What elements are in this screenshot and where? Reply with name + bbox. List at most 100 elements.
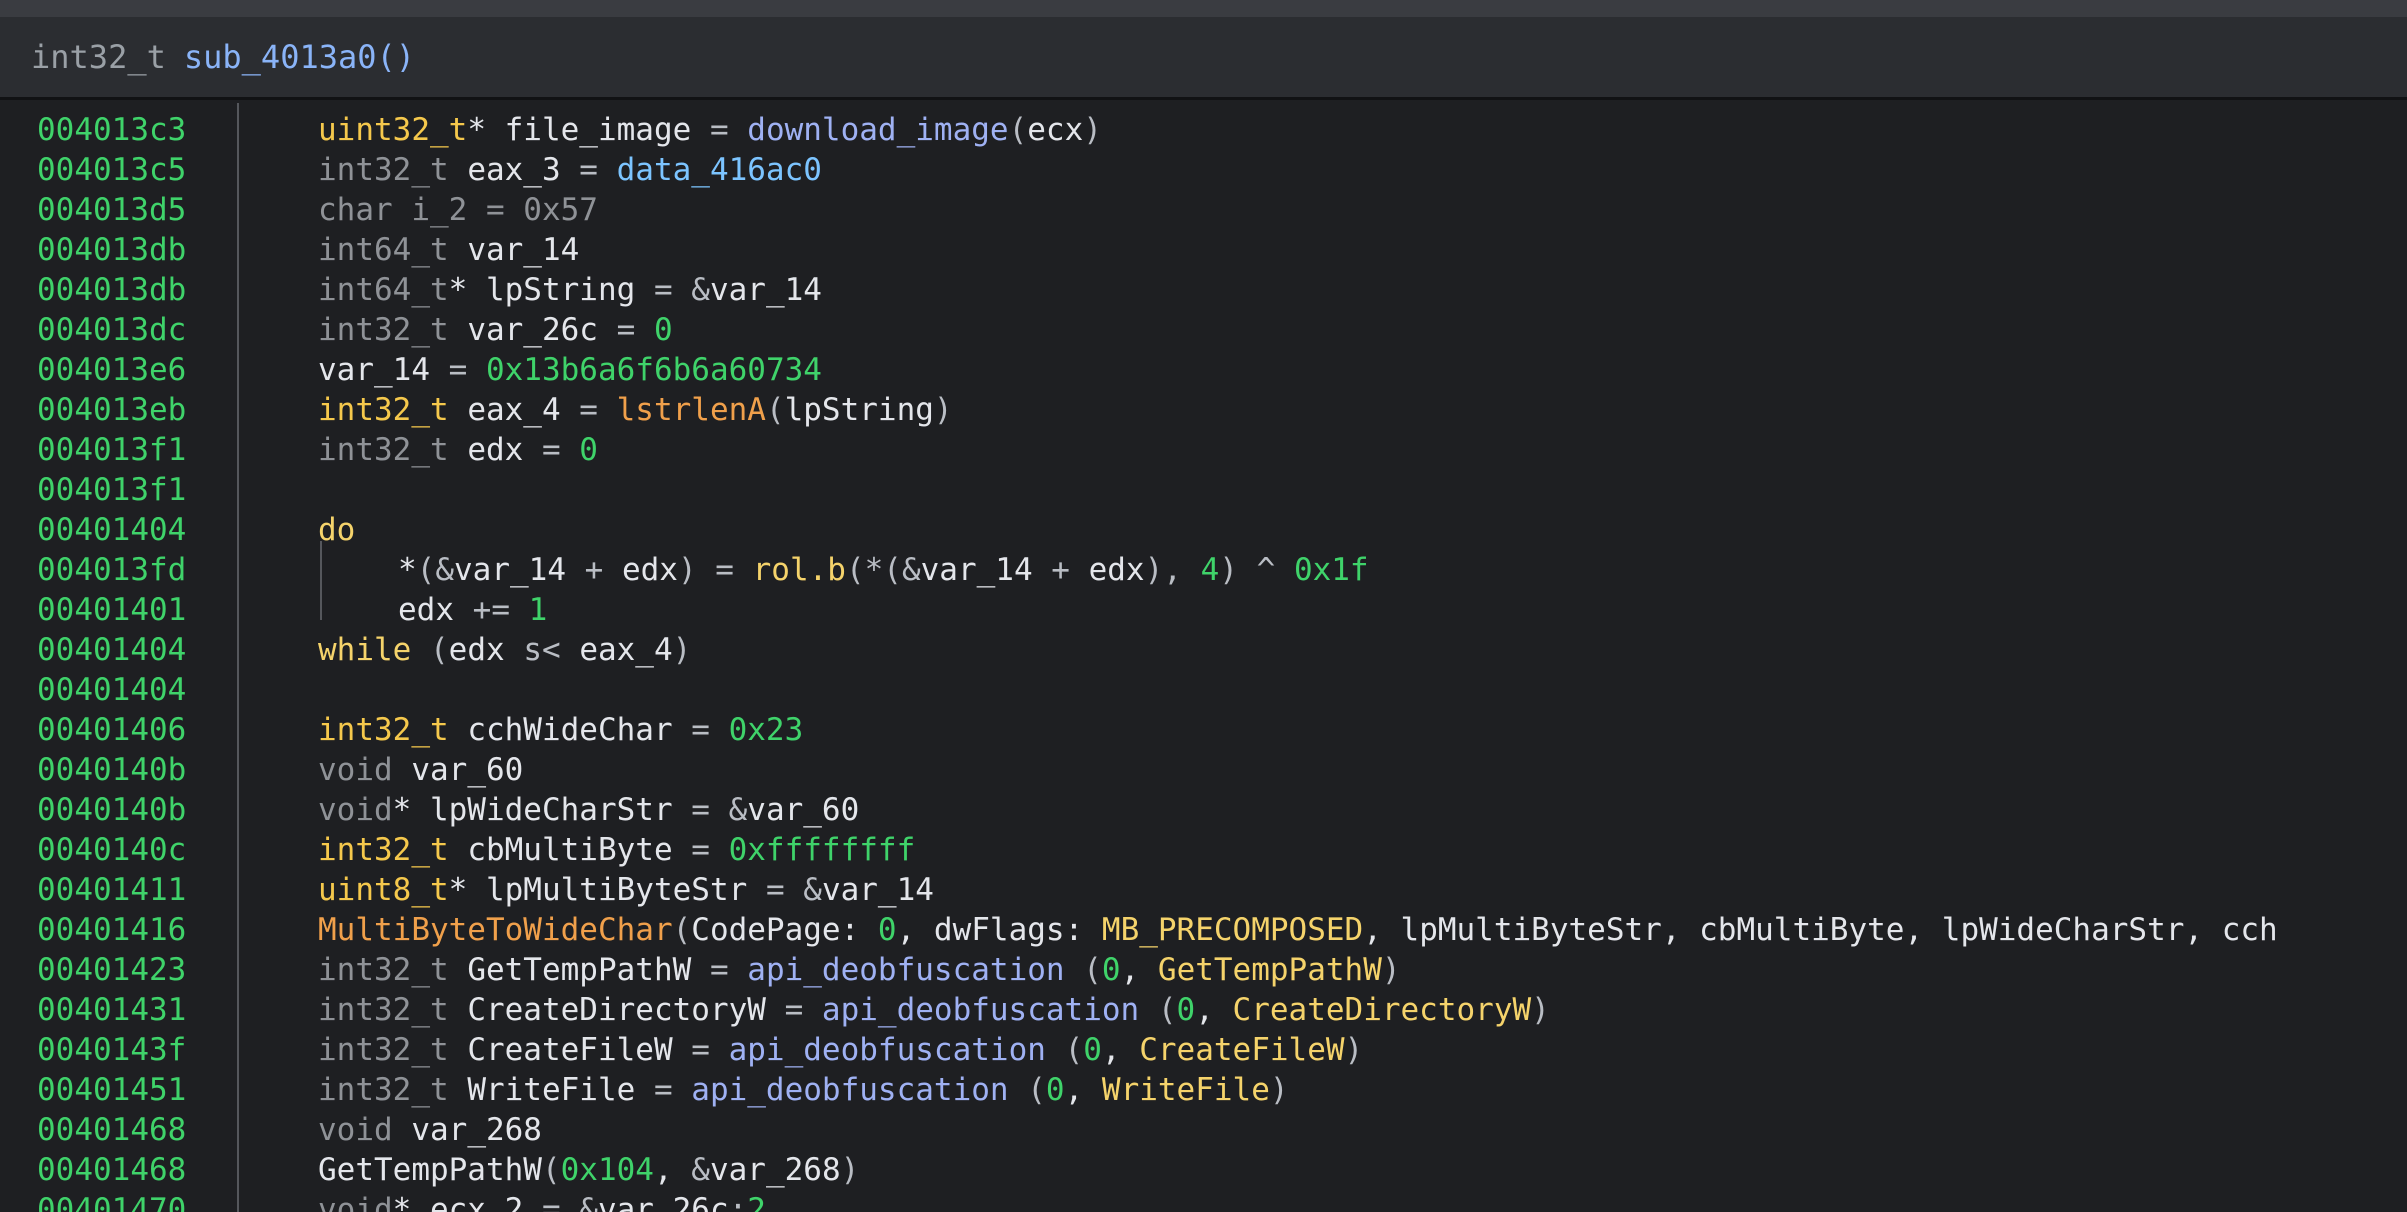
line-address[interactable]: 004013f1 [37, 430, 186, 470]
code-token[interactable]: = & [654, 272, 710, 308]
code-token[interactable]: api_deobfuscation [747, 952, 1083, 988]
line-address[interactable]: 0040140c [37, 830, 186, 870]
code-token[interactable]: int32_t [318, 392, 467, 428]
code-token[interactable]: download_image [747, 112, 1008, 148]
code-token[interactable]: * lpWideCharStr [393, 792, 692, 828]
code-token[interactable]: 2 [747, 1192, 766, 1212]
code-token[interactable]: GetTempPathW [467, 952, 710, 988]
code-line[interactable]: 004013c5 int32_t eax_3 = data_416ac0 [0, 150, 2407, 190]
code-token[interactable]: 0 [878, 912, 897, 948]
code-token[interactable]: lstrlenA [617, 392, 766, 428]
code-line[interactable]: 00401404 [0, 670, 2407, 710]
line-address[interactable]: 004013e6 [37, 350, 186, 390]
code-token[interactable]: , [1065, 1072, 1102, 1108]
code-token[interactable]: = & [766, 872, 822, 908]
line-code[interactable]: uint32_t* file_image = download_image(ec… [318, 110, 1102, 150]
code-token[interactable]: ( [1027, 1072, 1046, 1108]
code-token[interactable]: edx [449, 632, 524, 668]
code-token[interactable]: var_268 [411, 1112, 542, 1148]
code-token[interactable]: 4 [1201, 552, 1220, 588]
code-token[interactable]: var_14 [454, 552, 585, 588]
code-token[interactable]: CreateFileW [467, 1032, 691, 1068]
line-address[interactable]: 004013fd [37, 550, 186, 590]
code-line[interactable]: 004013eb int32_t eax_4 = lstrlenA(lpStrin… [0, 390, 2407, 430]
line-address[interactable]: 00401411 [37, 870, 186, 910]
code-token[interactable]: edx [398, 592, 473, 628]
code-token[interactable]: * [398, 552, 417, 588]
code-token[interactable]: 0x104 [561, 1152, 654, 1188]
code-token[interactable]: edx [1089, 552, 1145, 588]
line-code[interactable]: int32_t edx = 0 [318, 430, 598, 470]
code-token[interactable]: GetTempPathW [1158, 952, 1382, 988]
line-code[interactable]: int32_t var_26c = 0 [318, 310, 673, 350]
code-token[interactable]: int32_t [318, 152, 467, 188]
code-token[interactable]: = [579, 152, 616, 188]
code-token[interactable]: api_deobfuscation [729, 1032, 1065, 1068]
code-token[interactable]: ( [1158, 992, 1177, 1028]
line-address[interactable]: 00401468 [37, 1150, 186, 1190]
code-token[interactable]: * lpString [449, 272, 654, 308]
line-code[interactable]: int32_t cbMultiByte = 0xffffffff [318, 830, 915, 870]
code-line[interactable]: 004013f1 int32_t edx = 0 [0, 430, 2407, 470]
code-token[interactable]: int32_t [318, 432, 467, 468]
code-token[interactable]: uint32_t [318, 112, 467, 148]
code-token[interactable]: ) [673, 632, 692, 668]
code-token[interactable]: GetTempPathW [318, 1152, 542, 1188]
line-address[interactable]: 0040143f [37, 1030, 186, 1070]
code-line[interactable]: 00401470 void* ecx_2 = &var_26c:2 [0, 1190, 2407, 1212]
code-token[interactable]: * ecx_2 [393, 1192, 542, 1212]
line-address[interactable]: 004013d5 [37, 190, 186, 230]
code-token[interactable]: CreateDirectoryW [467, 992, 784, 1028]
line-code[interactable]: int32_t CreateFileW = api_deobfuscation … [318, 1030, 1363, 1070]
line-code[interactable]: int64_t* lpString = &var_14 [318, 270, 822, 310]
code-line[interactable]: 0040140b void var_60 [0, 750, 2407, 790]
line-address[interactable]: 004013c3 [37, 110, 186, 150]
code-token[interactable]: = [579, 392, 616, 428]
line-code[interactable]: MultiByteToWideChar(CodePage: 0, dwFlags… [318, 910, 2278, 950]
code-token[interactable]: s< [523, 632, 579, 668]
code-token[interactable]: int32_t [318, 312, 467, 348]
code-token[interactable]: CreateDirectoryW [1233, 992, 1532, 1028]
code-token[interactable]: void [318, 752, 411, 788]
code-token[interactable]: cchWideChar [467, 712, 691, 748]
code-line[interactable]: 004013c3 uint32_t* file_image = download_… [0, 110, 2407, 150]
line-address[interactable]: 004013c5 [37, 150, 186, 190]
line-address[interactable]: 00401406 [37, 710, 186, 750]
code-token[interactable]: var_60 [747, 792, 859, 828]
line-address[interactable]: 0040140b [37, 790, 186, 830]
code-token[interactable]: 0 [579, 432, 598, 468]
code-line[interactable]: 0040140b void* lpWideCharStr = &var_60 [0, 790, 2407, 830]
code-token[interactable]: int32_t [318, 832, 467, 868]
code-token[interactable]: int32_t [318, 992, 467, 1028]
code-token[interactable]: 0x13b6a6f6b6a60734 [486, 352, 822, 388]
code-token[interactable]: += [473, 592, 529, 628]
code-token[interactable]: edx [467, 432, 542, 468]
line-address[interactable]: 00401451 [37, 1070, 186, 1110]
code-token[interactable]: int32_t [318, 1032, 467, 1068]
code-token[interactable]: WriteFile [1102, 1072, 1270, 1108]
line-address[interactable]: 00401404 [37, 630, 186, 670]
code-token[interactable]: + [585, 552, 622, 588]
code-line[interactable]: 00401468 void var_268 [0, 1110, 2407, 1150]
code-token[interactable]: ) [1531, 992, 1550, 1028]
code-token[interactable]: , [1195, 992, 1232, 1028]
code-token[interactable]: var_14 [822, 872, 934, 908]
line-address[interactable]: 00401470 [37, 1190, 186, 1212]
code-line[interactable]: 00401404 while (edx s< eax_4) [0, 630, 2407, 670]
code-token[interactable]: : [729, 1192, 748, 1212]
code-token[interactable]: MultiByteToWideChar [318, 912, 673, 948]
line-code[interactable]: void* ecx_2 = &var_26c:2 [318, 1190, 766, 1212]
code-token[interactable]: void [318, 1192, 393, 1212]
code-token[interactable]: 0 [1177, 992, 1196, 1028]
code-token[interactable]: 0x23 [729, 712, 804, 748]
code-token[interactable]: while [318, 632, 430, 668]
code-token[interactable]: var_14 [318, 352, 449, 388]
code-line[interactable]: 00401468 GetTempPathW(0x104, &var_268) [0, 1150, 2407, 1190]
line-code[interactable]: char i_2 = 0x57 [318, 190, 598, 230]
line-code[interactable]: int32_t CreateDirectoryW = api_deobfusca… [318, 990, 1550, 1030]
code-token[interactable]: , dwFlags: [897, 912, 1102, 948]
code-token[interactable]: var_14 [467, 232, 579, 268]
line-code[interactable]: while (edx s< eax_4) [318, 630, 691, 670]
code-token[interactable]: = [785, 992, 822, 1028]
code-token[interactable]: data_416ac0 [617, 152, 822, 188]
